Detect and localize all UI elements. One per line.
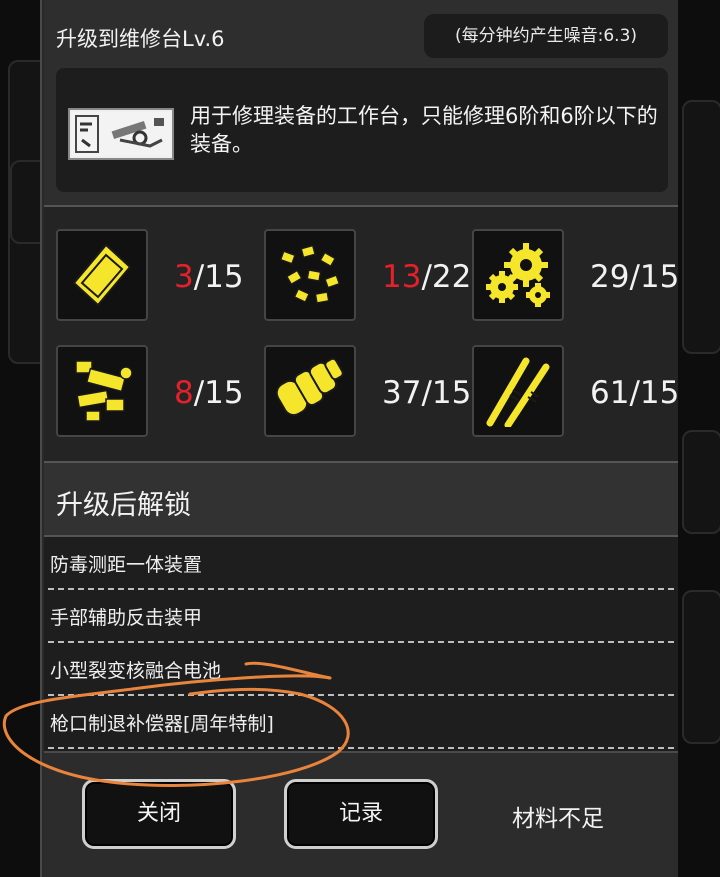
material-need: /15 <box>193 375 244 411</box>
unlock-header: 升级后解锁 <box>44 463 678 537</box>
dialog-header: 升级到维修台Lv.6 (每分钟约产生噪音:6.3) 用于修理装备的工作台，只能修… <box>44 0 678 207</box>
description-box: 用于修理装备的工作台，只能修理6阶和6阶以下的装备。 <box>56 68 668 192</box>
material-need: /15 <box>193 259 244 295</box>
material-count: 3/15 <box>174 259 244 295</box>
material-count: 29/15 <box>590 259 679 295</box>
material-slot: 37/15 <box>258 345 471 441</box>
close-button[interactable]: 关闭 <box>82 779 236 849</box>
unlock-item-label: 枪口制退补偿器[周年特制] <box>50 713 274 735</box>
unlock-item: 手部辅助反击装甲 <box>48 590 674 643</box>
material-slot: 61/15 <box>466 345 679 441</box>
unlock-item: 防毒测距一体装置 <box>48 537 674 590</box>
material-count: 37/15 <box>382 375 471 411</box>
upgrade-title: 升级到维修台Lv.6 <box>56 27 225 51</box>
metal-plate-icon <box>56 229 148 321</box>
dialog-footer: 关闭 记录 材料不足 <box>44 751 678 877</box>
unlock-item: 小型裂变核融合电池 <box>48 643 674 696</box>
material-need: /22 <box>421 259 472 295</box>
material-slot: 8/15 <box>50 345 250 441</box>
unlock-item-label: 手部辅助反击装甲 <box>50 607 203 629</box>
material-count: 13/22 <box>382 259 471 295</box>
unlock-item-label: 小型裂变核融合电池 <box>50 660 222 682</box>
material-need: /15 <box>629 259 680 295</box>
noise-badge: (每分钟约产生噪音:6.3) <box>424 14 668 58</box>
material-have: 8 <box>174 375 194 411</box>
game-screen: 升级到维修台Lv.6 (每分钟约产生噪音:6.3) 用于修理装备的工作台，只能修… <box>0 0 720 877</box>
background-slot-right-lower <box>682 590 720 744</box>
material-have: 61 <box>590 375 630 411</box>
background-slot-right <box>682 430 720 534</box>
material-have: 37 <box>382 375 422 411</box>
repair-bench-icon <box>68 108 174 160</box>
material-slot: 29/15 <box>466 229 679 325</box>
upgrade-dialog: 升级到维修台Lv.6 (每分钟约产生噪音:6.3) 用于修理装备的工作台，只能修… <box>40 0 679 877</box>
material-have: 29 <box>590 259 630 295</box>
circuit-parts-icon <box>56 345 148 437</box>
description-text: 用于修理装备的工作台，只能修理6阶和6阶以下的装备。 <box>190 104 658 156</box>
materials-grid: 3/15 13/22 29/15 8/15 37/15 61/15 <box>44 207 679 463</box>
record-button[interactable]: 记录 <box>284 779 438 849</box>
material-slot: 3/15 <box>50 229 250 325</box>
background-panel-right <box>682 100 720 354</box>
unlock-item-label: 防毒测距一体装置 <box>50 554 203 576</box>
material-slot: 13/22 <box>258 229 471 325</box>
insufficient-materials-status: 材料不足 <box>512 806 604 832</box>
scrap-parts-icon <box>264 229 356 321</box>
unlock-item: 枪口制退补偿器[周年特制] <box>48 696 674 749</box>
tube-connector-icon <box>264 345 356 437</box>
material-have: 13 <box>382 259 422 295</box>
wires-icon <box>472 345 564 437</box>
material-have: 3 <box>174 259 194 295</box>
material-need: /15 <box>421 375 472 411</box>
gears-icon <box>472 229 564 321</box>
unlock-list: 防毒测距一体装置 手部辅助反击装甲 小型裂变核融合电池 枪口制退补偿器[周年特制… <box>44 537 678 751</box>
unlock-title: 升级后解锁 <box>56 490 191 521</box>
material-count: 61/15 <box>590 375 679 411</box>
material-count: 8/15 <box>174 375 244 411</box>
material-need: /15 <box>629 375 680 411</box>
